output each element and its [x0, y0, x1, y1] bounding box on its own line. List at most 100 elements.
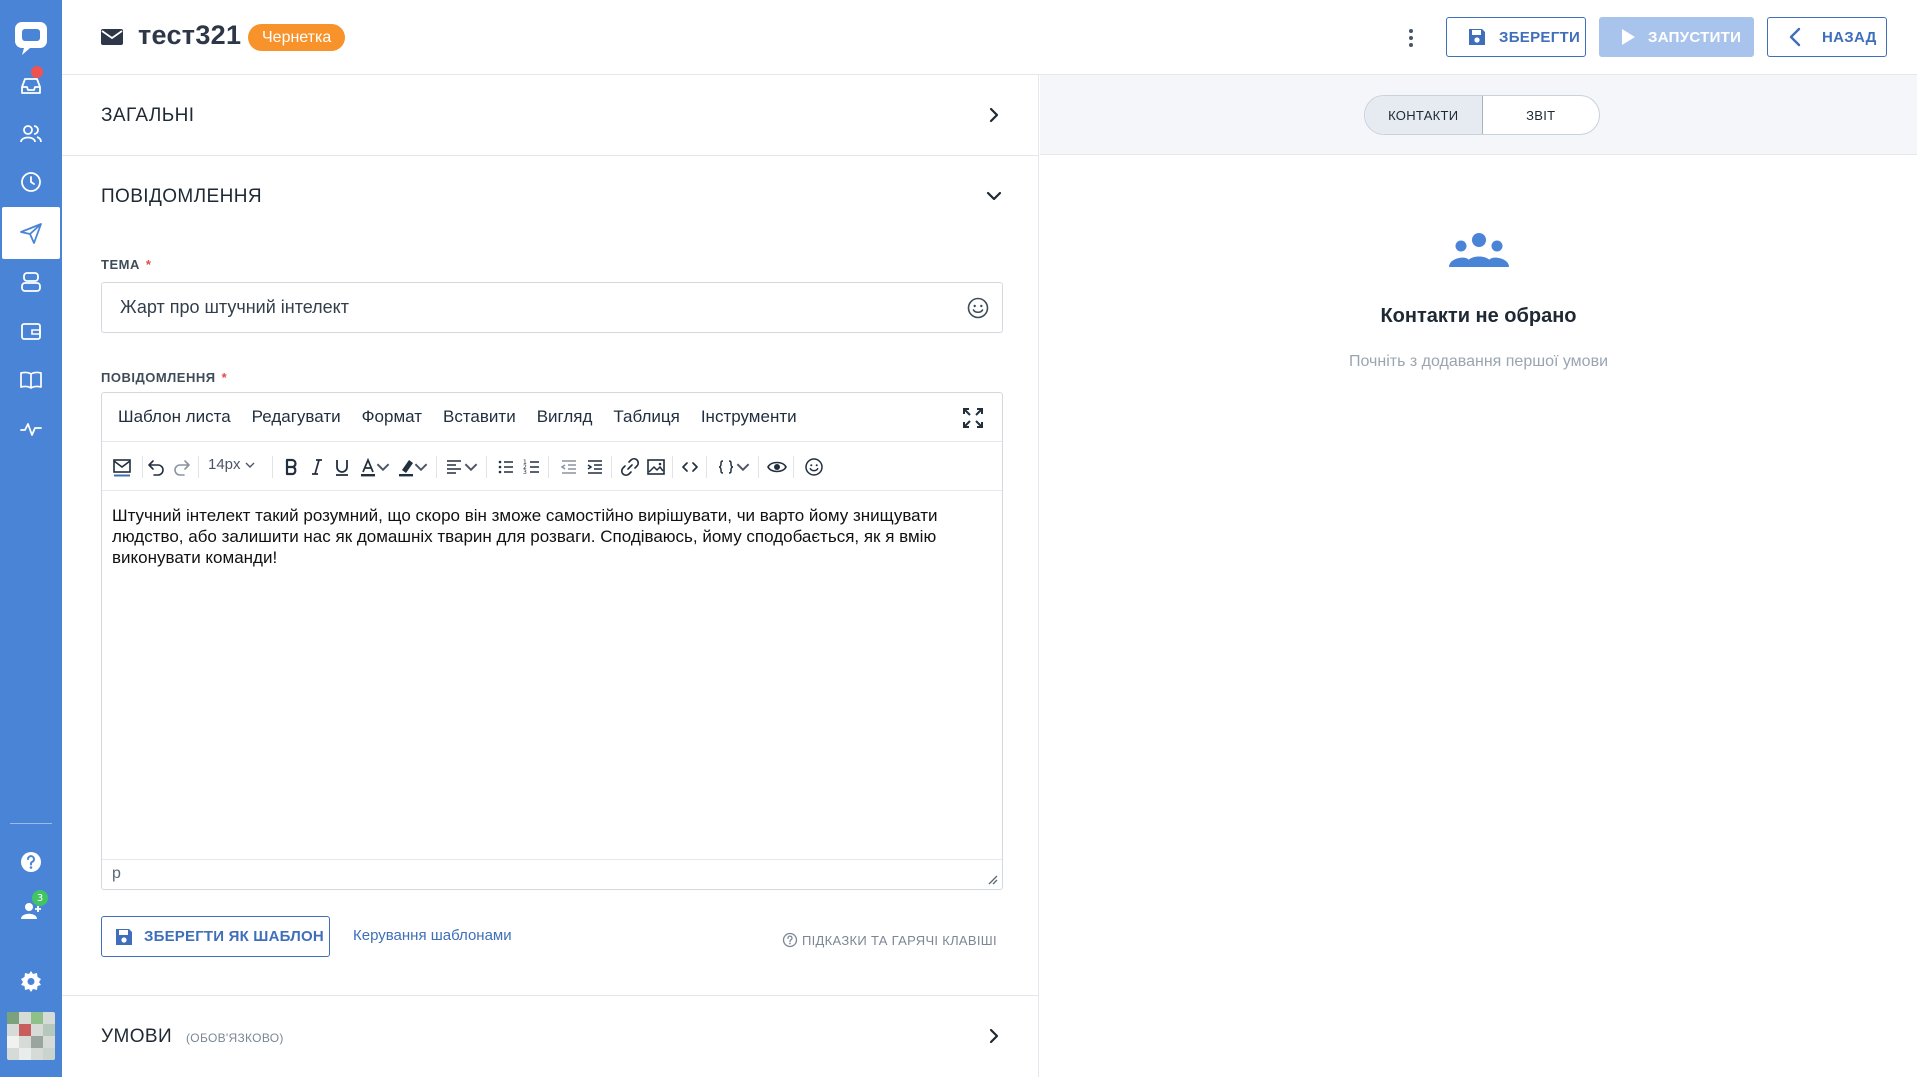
emoji-icon[interactable]	[966, 296, 990, 320]
sidebar-item-activity[interactable]	[0, 401, 62, 457]
chevron-down-icon	[986, 191, 1002, 201]
text-color-dropdown[interactable]	[376, 455, 390, 479]
text-color-icon	[361, 457, 375, 477]
preview-button[interactable]	[765, 455, 789, 479]
menu-table[interactable]: Таблиця	[613, 407, 679, 427]
sidebar-item-help[interactable]	[0, 834, 62, 890]
editor-toolbar: 14px 1 2 3	[102, 441, 1002, 491]
align-button[interactable]	[442, 455, 466, 479]
numbered-list-button[interactable]: 123	[520, 455, 544, 479]
braces-icon	[718, 460, 734, 474]
menu-format[interactable]: Формат	[362, 407, 422, 427]
message-label: ПОВІДОМЛЕННЯ *	[101, 370, 228, 385]
editor-menubar: Шаблон листа Редагувати Формат Вставити …	[102, 393, 1002, 441]
manage-templates-link[interactable]: Керування шаблонами	[353, 927, 512, 944]
variables-button[interactable]	[714, 455, 738, 479]
section-message-header[interactable]: ПОВІДОМЛЕННЯ	[62, 156, 1039, 236]
sidebar-item-team[interactable]: 3	[0, 883, 62, 939]
toolbar-separator	[672, 456, 673, 478]
link-icon	[620, 457, 640, 477]
sidebar-item-settings[interactable]	[0, 953, 62, 1009]
floppy-icon	[1469, 29, 1485, 45]
mail-icon	[101, 29, 123, 45]
email-template-button[interactable]	[110, 455, 134, 479]
menu-view[interactable]: Вигляд	[537, 407, 593, 427]
save-as-template-button[interactable]: ЗБЕРЕГТИ ЯК ШАБЛОН	[101, 916, 330, 957]
align-left-icon	[447, 460, 461, 474]
tab-report[interactable]: ЗВІТ	[1483, 96, 1600, 134]
gear-icon	[21, 971, 41, 992]
toolbar-separator	[758, 456, 759, 478]
svg-text:3: 3	[523, 469, 527, 476]
undo-icon	[148, 460, 164, 476]
play-icon	[1622, 29, 1635, 45]
image-button[interactable]	[644, 455, 668, 479]
hints-link[interactable]: ПІДКАЗКИ ТА ГАРЯЧІ КЛАВІШІ	[782, 932, 997, 948]
link-button[interactable]	[618, 455, 642, 479]
hints-label: ПІДКАЗКИ ТА ГАРЯЧІ КЛАВІШІ	[802, 932, 997, 948]
back-button[interactable]: НАЗАД	[1767, 17, 1887, 57]
section-conditions-header[interactable]: УМОВИ (ОБОВ'ЯЗКОВО)	[62, 996, 1039, 1076]
emoji-button[interactable]	[802, 455, 826, 479]
toolbar-separator	[486, 456, 487, 478]
editor-content[interactable]: Штучний інтелект такий розумний, що скор…	[112, 505, 992, 568]
sidebar-item-knowledge[interactable]	[0, 352, 62, 408]
sidebar-item-campaigns[interactable]	[2, 207, 60, 259]
font-size-select[interactable]: 14px	[208, 456, 255, 473]
status-badge: Чернетка	[248, 24, 346, 51]
menu-email-template[interactable]: Шаблон листа	[118, 407, 231, 427]
fullscreen-icon[interactable]	[962, 407, 984, 429]
run-button[interactable]: ЗАПУСТИТИ	[1599, 17, 1754, 57]
subject-input[interactable]: Жарт про штучний інтелект	[101, 282, 1003, 333]
tab-contacts[interactable]: КОНТАКТИ	[1365, 96, 1483, 134]
save-button[interactable]: ЗБЕРЕГТИ	[1446, 17, 1586, 57]
contacts-group-icon	[1449, 233, 1509, 267]
send-icon	[20, 223, 42, 244]
sidebar: 3	[0, 0, 62, 1077]
element-path[interactable]: p	[112, 865, 121, 883]
empty-state-subtitle: Почніть з додавання першої умови	[1348, 353, 1609, 370]
menu-tools[interactable]: Інструменти	[701, 407, 797, 427]
question-circle-icon	[782, 932, 798, 948]
variables-dropdown[interactable]	[736, 455, 750, 479]
menu-edit[interactable]: Редагувати	[252, 407, 341, 427]
sidebar-divider	[10, 823, 52, 824]
more-options-icon[interactable]	[1399, 24, 1423, 52]
bot-icon	[21, 272, 41, 292]
undo-button[interactable]	[144, 455, 168, 479]
rich-text-editor[interactable]: Шаблон листа Редагувати Формат Вставити …	[101, 392, 1003, 890]
run-button-label: ЗАПУСТИТИ	[1648, 28, 1742, 46]
outdent-button[interactable]	[557, 455, 581, 479]
highlight-dropdown[interactable]	[414, 455, 428, 479]
menu-insert[interactable]: Вставити	[443, 407, 516, 427]
avatar[interactable]	[7, 1012, 55, 1060]
chevron-right-icon	[989, 107, 999, 123]
save-as-template-label: ЗБЕРЕГТИ ЯК ШАБЛОН	[144, 928, 324, 945]
redo-button[interactable]	[170, 455, 194, 479]
underline-icon	[336, 460, 348, 476]
indent-button[interactable]	[583, 455, 607, 479]
italic-button[interactable]	[305, 455, 329, 479]
toolbar-separator	[272, 456, 273, 478]
sidebar-item-history[interactable]	[0, 154, 62, 210]
app-logo-icon[interactable]	[12, 20, 50, 56]
subject-label: ТЕМА *	[101, 257, 152, 272]
highlighter-icon	[399, 460, 413, 477]
align-dropdown[interactable]	[464, 455, 478, 479]
numbered-list-icon: 123	[523, 459, 539, 476]
chevron-down-icon	[736, 463, 750, 472]
resize-handle-icon[interactable]	[986, 873, 998, 885]
audience-tabs-bar: КОНТАКТИ ЗВІТ	[1040, 75, 1917, 155]
bold-button[interactable]	[279, 455, 303, 479]
audience-panel: КОНТАКТИ ЗВІТ Контакти не обрано Почніть…	[1040, 75, 1917, 1077]
bullet-list-button[interactable]	[494, 455, 518, 479]
save-button-label: ЗБЕРЕГТИ	[1499, 28, 1581, 46]
sidebar-item-bots[interactable]	[0, 254, 62, 310]
code-button[interactable]	[678, 455, 702, 479]
section-general-header[interactable]: ЗАГАЛЬНІ	[62, 75, 1039, 155]
chevron-down-icon	[376, 463, 390, 472]
underline-button[interactable]	[330, 455, 354, 479]
chevron-down-icon	[414, 463, 428, 472]
team-badge: 3	[32, 890, 48, 906]
sidebar-item-wallet[interactable]	[0, 303, 62, 359]
